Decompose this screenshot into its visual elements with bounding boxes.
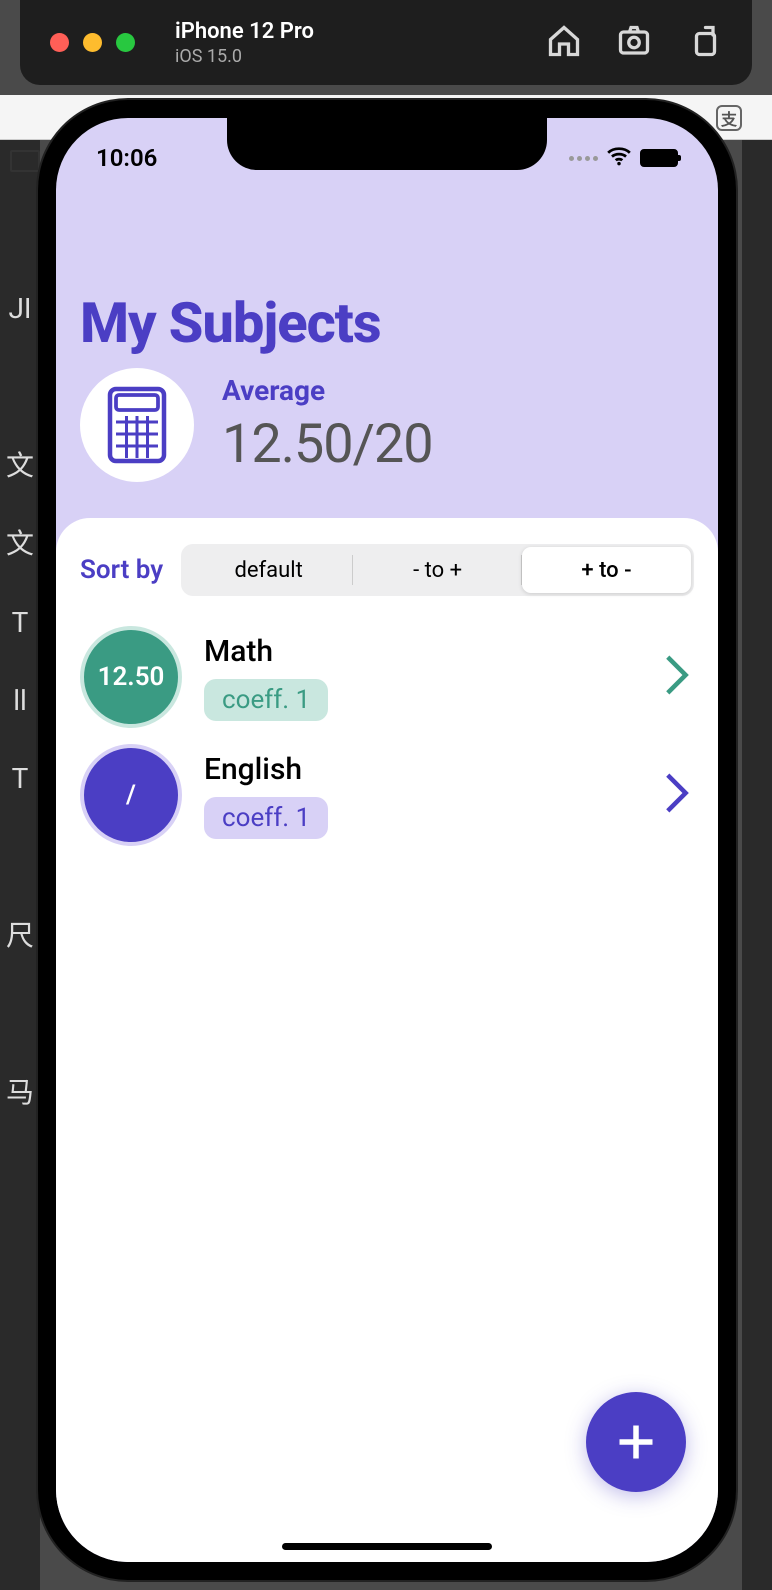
sort-option-asc[interactable]: - to + — [353, 547, 522, 593]
rotate-icon[interactable] — [686, 23, 722, 63]
subject-row-math[interactable]: 12.50 Math coeff. 1 — [80, 618, 694, 736]
subjects-card: Sort by default - to + + to - 12.50 Math… — [56, 518, 718, 1562]
subject-row-english[interactable]: / English coeff. 1 — [80, 736, 694, 854]
sort-segmented-control[interactable]: default - to + + to - — [181, 544, 694, 596]
calculator-icon — [80, 368, 194, 482]
sort-option-desc[interactable]: + to - — [522, 547, 691, 593]
screenshot-icon[interactable] — [616, 23, 652, 63]
subject-score-badge: 12.50 — [80, 626, 182, 728]
simulator-os-version: iOS 15.0 — [175, 46, 314, 67]
simulator-device-name: iPhone 12 Pro — [175, 19, 314, 44]
wifi-icon — [606, 143, 632, 173]
phone-notch — [227, 118, 547, 170]
home-indicator[interactable] — [282, 1543, 492, 1550]
home-icon[interactable] — [546, 23, 582, 63]
subject-score-badge: / — [80, 744, 182, 846]
subject-list: 12.50 Math coeff. 1 / English coeff. 1 — [80, 618, 694, 854]
subject-coeff-badge: coeff. 1 — [204, 797, 328, 839]
bg-folder-icon — [10, 150, 40, 172]
sort-option-default[interactable]: default — [184, 547, 353, 593]
phone-frame: 10:06 My Subjects — [38, 100, 736, 1580]
add-subject-button[interactable] — [586, 1392, 686, 1492]
bg-extension-icon: 支 — [716, 105, 742, 131]
status-time: 10:06 — [96, 144, 157, 172]
subject-name: Math — [204, 634, 640, 669]
background-left-panel: JI文文TllT尺马 — [0, 140, 40, 1590]
page-title: My Subjects — [80, 290, 381, 356]
sort-row: Sort by default - to + + to - — [80, 544, 694, 596]
window-traffic-lights[interactable] — [50, 33, 135, 52]
average-summary: Average 12.50/20 — [80, 368, 433, 482]
phone-screen: 10:06 My Subjects — [56, 118, 718, 1562]
plus-icon — [614, 1420, 658, 1464]
average-label: Average — [222, 374, 433, 407]
chevron-right-icon[interactable] — [662, 652, 694, 702]
cellular-icon — [569, 156, 598, 161]
battery-icon — [640, 149, 678, 167]
close-window-button[interactable] — [50, 33, 69, 52]
sort-label: Sort by — [80, 555, 163, 585]
minimize-window-button[interactable] — [83, 33, 102, 52]
simulator-titlebar: iPhone 12 Pro iOS 15.0 — [20, 0, 752, 85]
average-value: 12.50/20 — [222, 413, 433, 476]
background-right-panel — [742, 140, 772, 1590]
subject-name: English — [204, 752, 640, 787]
fullscreen-window-button[interactable] — [116, 33, 135, 52]
subject-coeff-badge: coeff. 1 — [204, 679, 328, 721]
chevron-right-icon[interactable] — [662, 770, 694, 820]
